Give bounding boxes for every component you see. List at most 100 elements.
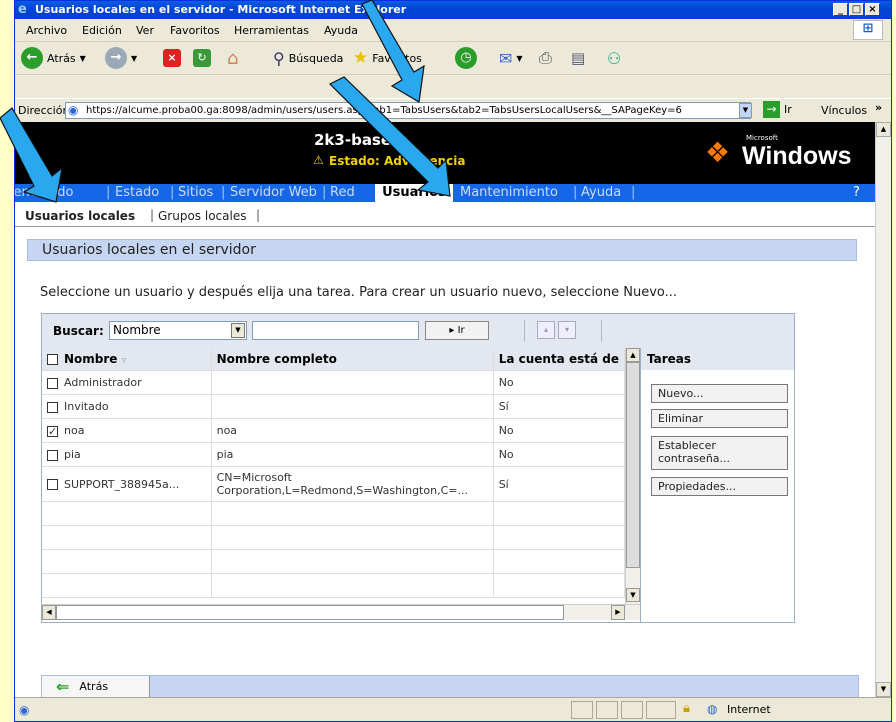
delete-user-button[interactable]: Eliminar: [651, 409, 788, 428]
close-button[interactable]: ×: [865, 3, 880, 16]
tab-usuarios[interactable]: Usuarios: [375, 184, 453, 202]
status-pane: [596, 701, 618, 719]
scroll-down-icon[interactable]: ▼: [876, 682, 891, 697]
table-row[interactable]: Invitado Sí: [42, 394, 626, 419]
scroll-left-icon[interactable]: ◀: [42, 605, 56, 620]
user-fullname: [211, 394, 494, 419]
chevron-down-icon[interactable]: ▼: [231, 323, 245, 338]
windows-logo-icon: ❖: [705, 136, 731, 169]
page-icon: ◉: [19, 703, 30, 717]
properties-button[interactable]: Propiedades...: [651, 477, 788, 496]
history-button[interactable]: ◷: [455, 46, 477, 70]
tab-bienvenido[interactable]: Bienvenido: [15, 185, 74, 200]
help-icon[interactable]: ?: [853, 185, 860, 200]
scroll-up-icon[interactable]: ▲: [626, 348, 640, 362]
tab-separator: |: [106, 185, 111, 200]
tab-separator: |: [221, 185, 226, 200]
column-header-fullname[interactable]: Nombre completo: [211, 348, 494, 371]
tab-estado[interactable]: Estado: [115, 185, 159, 200]
address-dropdown[interactable]: ▼: [739, 103, 752, 118]
column-header-disabled[interactable]: La cuenta está de: [493, 348, 626, 371]
table-vertical-scrollbar[interactable]: ▲ ▼: [625, 348, 640, 604]
scroll-up-icon[interactable]: ▲: [876, 122, 891, 137]
go-label: Ir: [784, 103, 792, 116]
sort-icon: ▿: [121, 356, 127, 366]
move-down-icon[interactable]: ▾: [558, 321, 576, 339]
messenger-button[interactable]: ⚇: [607, 46, 621, 70]
table-horizontal-scrollbar[interactable]: ◀ ▶: [42, 604, 640, 620]
tasks-header: Tareas: [640, 348, 794, 370]
back-label: Atrás: [47, 51, 76, 65]
menu-ver[interactable]: Ver: [136, 24, 154, 37]
maximize-button[interactable]: □: [849, 3, 864, 16]
minimize-button[interactable]: _: [833, 3, 848, 16]
edit-button[interactable]: ▤: [571, 46, 585, 70]
table-row-empty: [42, 549, 626, 574]
address-bar: Dirección ◉ https://alcume.proba00.ga:80…: [15, 98, 891, 123]
address-input[interactable]: ◉ https://alcume.proba00.ga:8098/admin/u…: [65, 102, 751, 119]
tab-servidor-web[interactable]: Servidor Web: [230, 185, 317, 200]
security-zone: Internet: [727, 703, 771, 716]
table-row[interactable]: Administrador No: [42, 370, 626, 395]
new-user-button[interactable]: Nuevo...: [651, 384, 788, 403]
tab-ayuda[interactable]: Ayuda: [581, 185, 621, 200]
page-vertical-scrollbar[interactable]: ▲ ▼: [875, 122, 891, 697]
tab-sitios[interactable]: Sitios: [178, 185, 213, 200]
subtab-local-users[interactable]: Usuarios locales: [25, 209, 135, 223]
set-password-button[interactable]: Establecer contraseña...: [651, 436, 788, 470]
table-row-empty: [42, 573, 626, 598]
table-row[interactable]: SUPPORT_388945a... CN=Microsoft Corporat…: [42, 466, 626, 502]
menu-herramientas[interactable]: Herramientas: [234, 24, 309, 37]
home-button[interactable]: ⌂: [227, 46, 238, 70]
menu-favoritos[interactable]: Favoritos: [170, 24, 220, 37]
table-row[interactable]: pia pia No: [42, 442, 626, 467]
server-status[interactable]: Estado: Advertencia: [329, 154, 465, 168]
refresh-button[interactable]: ↻: [193, 46, 211, 70]
tab-mantenimiento[interactable]: Mantenimiento: [460, 185, 558, 200]
go-button[interactable]: → Ir: [763, 101, 792, 118]
scroll-thumb[interactable]: [56, 605, 564, 620]
row-checkbox[interactable]: [47, 401, 58, 413]
user-name: Invitado: [64, 400, 109, 413]
search-button[interactable]: ⚲ Búsqueda: [273, 46, 343, 70]
section-title: Usuarios locales en el servidor: [27, 239, 857, 261]
window-title: Usuarios locales en el servidor - Micros…: [35, 3, 407, 16]
links-label[interactable]: Vínculos: [821, 104, 867, 117]
tab-red[interactable]: Red: [330, 185, 355, 200]
column-header-name[interactable]: Nombre ▿: [42, 348, 212, 371]
search-go-button[interactable]: ▸ Ir: [425, 321, 489, 340]
favorites-button[interactable]: ★ Favoritos: [353, 46, 422, 70]
home-icon: ⌂: [227, 47, 239, 69]
mail-button[interactable]: ✉ ▼: [499, 46, 523, 70]
chevron-right-icon[interactable]: »: [875, 101, 882, 114]
row-checkbox[interactable]: [47, 449, 58, 461]
row-checkbox[interactable]: [47, 479, 58, 490]
user-name: SUPPORT_388945a...: [64, 477, 180, 491]
scroll-right-icon[interactable]: ▶: [611, 605, 625, 620]
search-input[interactable]: [252, 321, 419, 340]
menu-edicion[interactable]: Edición: [82, 24, 122, 37]
star-icon: ★: [353, 48, 369, 68]
menu-ayuda[interactable]: Ayuda: [324, 24, 358, 37]
back-button[interactable]: ← Atrás ▼: [21, 46, 86, 70]
footer-back-button[interactable]: ⇐ Atrás: [42, 676, 150, 697]
scroll-down-icon[interactable]: ▼: [626, 588, 640, 602]
table-row[interactable]: ✓ noa noa No: [42, 418, 626, 443]
users-table: Nombre ▿ Nombre completo La cuenta está …: [42, 348, 626, 598]
search-field-select[interactable]: Nombre ▼: [109, 321, 247, 340]
warning-icon: ⚠: [313, 153, 324, 167]
row-checkbox-checked[interactable]: ✓: [47, 425, 58, 437]
scroll-thumb[interactable]: [626, 362, 640, 568]
grid-toolbar: Buscar: Nombre ▼ ▸ Ir ▴ ▾: [42, 314, 794, 349]
search-icon: ⚲: [273, 48, 285, 68]
move-up-icon[interactable]: ▴: [537, 321, 555, 339]
chevron-down-icon: ▼: [131, 53, 138, 63]
subtab-local-groups[interactable]: Grupos locales: [158, 209, 246, 223]
stop-button[interactable]: ×: [163, 46, 181, 70]
tab-separator: |: [170, 185, 175, 200]
row-checkbox[interactable]: [47, 377, 58, 389]
menu-archivo[interactable]: Archivo: [26, 24, 67, 37]
forward-button[interactable]: → ▼: [105, 46, 137, 70]
select-all-checkbox[interactable]: [47, 354, 58, 365]
print-button[interactable]: ⎙: [539, 46, 552, 70]
